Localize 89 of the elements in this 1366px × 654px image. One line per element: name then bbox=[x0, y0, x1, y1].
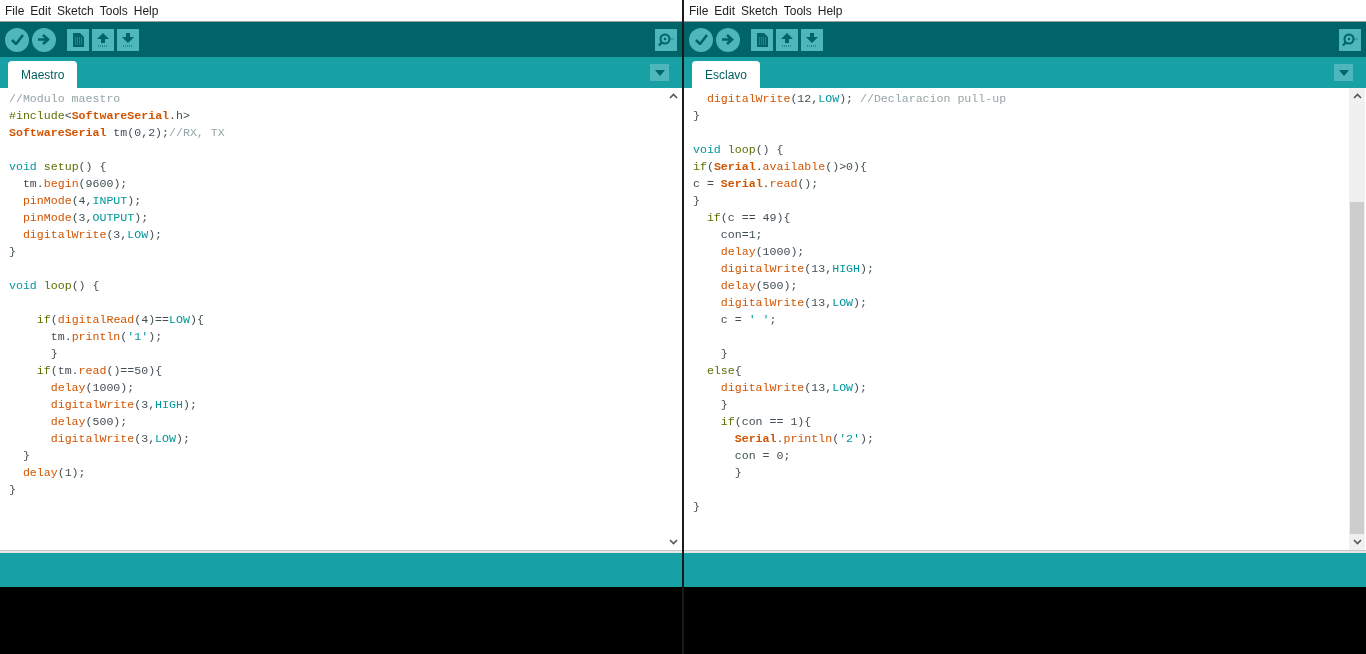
code-line: tm.begin(9600); bbox=[21, 176, 129, 192]
code-line: digitalWrite(13,LOW); bbox=[719, 295, 868, 311]
code-line: tm.println('1'); bbox=[49, 329, 164, 345]
code-line: } bbox=[9, 244, 17, 260]
code-line: delay(1000); bbox=[719, 244, 806, 260]
code-line: digitalWrite(3,LOW); bbox=[21, 227, 164, 243]
search-icon bbox=[1342, 32, 1358, 47]
code-line: con=1; bbox=[719, 227, 764, 243]
caret-icon bbox=[1338, 69, 1349, 76]
code-line: } bbox=[693, 108, 701, 124]
open-button[interactable] bbox=[776, 28, 798, 51]
down-arrow-icon bbox=[806, 32, 818, 47]
sketch-tab[interactable]: Maestro bbox=[8, 61, 78, 88]
save-button[interactable] bbox=[117, 28, 139, 51]
code-line: digitalWrite(13,LOW); bbox=[719, 380, 868, 396]
code-line: SoftwareSerial tm(0,2);//RX, TX bbox=[9, 125, 226, 141]
save-button[interactable] bbox=[801, 28, 823, 51]
check-icon bbox=[694, 34, 708, 45]
code-line: c = ' '; bbox=[719, 312, 778, 328]
upload-button[interactable] bbox=[32, 27, 56, 52]
caret-down-icon bbox=[1352, 539, 1362, 545]
verify-button[interactable] bbox=[5, 27, 29, 52]
code-line: digitalWrite(13,HIGH); bbox=[719, 261, 875, 277]
code-line: delay(500); bbox=[49, 414, 129, 430]
code-line: c = Serial.read(); bbox=[693, 176, 820, 192]
sketch-tab[interactable]: Esclavo bbox=[692, 61, 761, 88]
scroll-thumb[interactable] bbox=[1350, 202, 1364, 534]
code-line: con = 0; bbox=[733, 448, 792, 464]
code-line: if(digitalRead(4)==LOW){ bbox=[35, 312, 205, 328]
code-line: } bbox=[733, 465, 743, 481]
code-line: digitalWrite(12,LOW); //Declaracion pull-up bbox=[705, 91, 1008, 107]
code-line: Serial.println('2'); bbox=[733, 431, 875, 447]
code-line: if(c == 49){ bbox=[705, 210, 792, 226]
up-arrow-icon bbox=[781, 32, 793, 47]
code-line: } bbox=[693, 499, 701, 515]
code-line: if(con == 1){ bbox=[719, 414, 813, 430]
code-line: } bbox=[693, 193, 701, 209]
code-line: digitalWrite(3,HIGH); bbox=[49, 397, 198, 413]
down-arrow-icon bbox=[122, 32, 134, 47]
menu-item[interactable]: Help bbox=[130, 3, 162, 18]
tab-menu-button[interactable] bbox=[650, 64, 669, 81]
caret-up-icon bbox=[668, 93, 678, 99]
new-sketch-button[interactable] bbox=[67, 28, 89, 51]
menu-item[interactable]: Help bbox=[814, 3, 846, 18]
open-button[interactable] bbox=[92, 28, 114, 51]
code-line: } bbox=[49, 346, 59, 362]
document-icon bbox=[756, 32, 768, 47]
new-sketch-button[interactable] bbox=[751, 28, 773, 51]
code-line: #include<SoftwareSerial.h> bbox=[9, 108, 191, 124]
code-line: digitalWrite(3,LOW); bbox=[49, 431, 191, 447]
tab-menu-button[interactable] bbox=[1334, 64, 1353, 81]
code-line: else{ bbox=[705, 363, 743, 379]
serial-monitor-button[interactable] bbox=[1339, 28, 1361, 51]
menu-item[interactable]: File bbox=[2, 3, 28, 18]
code-line: } bbox=[9, 482, 17, 498]
code-line: pinMode(3,OUTPUT); bbox=[21, 210, 150, 226]
menu-item[interactable]: Sketch bbox=[738, 3, 781, 18]
code-line: delay(500); bbox=[719, 278, 799, 294]
code-line: //Modulo maestro bbox=[9, 91, 122, 107]
code-line: } bbox=[21, 448, 31, 464]
menu-item[interactable]: Sketch bbox=[54, 3, 97, 18]
menu-item[interactable]: File bbox=[686, 3, 712, 18]
code-line: delay(1000); bbox=[49, 380, 136, 396]
menu-item[interactable]: Edit bbox=[27, 3, 55, 18]
menu-item[interactable]: Tools bbox=[780, 3, 815, 18]
code-line: } bbox=[719, 346, 729, 362]
code-line: delay(1); bbox=[21, 465, 87, 481]
search-icon bbox=[658, 32, 674, 47]
right-arrow-icon bbox=[38, 34, 50, 45]
code-line: pinMode(4,INPUT); bbox=[21, 193, 143, 209]
menu-item[interactable]: Tools bbox=[96, 3, 131, 18]
right-arrow-icon bbox=[722, 34, 734, 45]
caret-icon bbox=[654, 69, 665, 76]
menu-item[interactable]: Edit bbox=[711, 3, 739, 18]
caret-down-icon bbox=[668, 539, 678, 545]
code-line: if(Serial.available()>0){ bbox=[693, 159, 868, 175]
code-line: void setup() { bbox=[9, 159, 108, 175]
up-arrow-icon bbox=[97, 32, 109, 47]
code-line: if(tm.read()==50){ bbox=[35, 363, 164, 379]
code-line: void loop() { bbox=[9, 278, 101, 294]
serial-monitor-button[interactable] bbox=[655, 28, 677, 51]
check-icon bbox=[10, 34, 24, 45]
code-line: } bbox=[719, 397, 729, 413]
verify-button[interactable] bbox=[689, 27, 713, 52]
document-icon bbox=[72, 32, 84, 47]
scrollbar[interactable] bbox=[1349, 88, 1365, 550]
caret-up-icon bbox=[1352, 93, 1362, 99]
upload-button[interactable] bbox=[716, 27, 740, 52]
code-line: void loop() { bbox=[693, 142, 785, 158]
